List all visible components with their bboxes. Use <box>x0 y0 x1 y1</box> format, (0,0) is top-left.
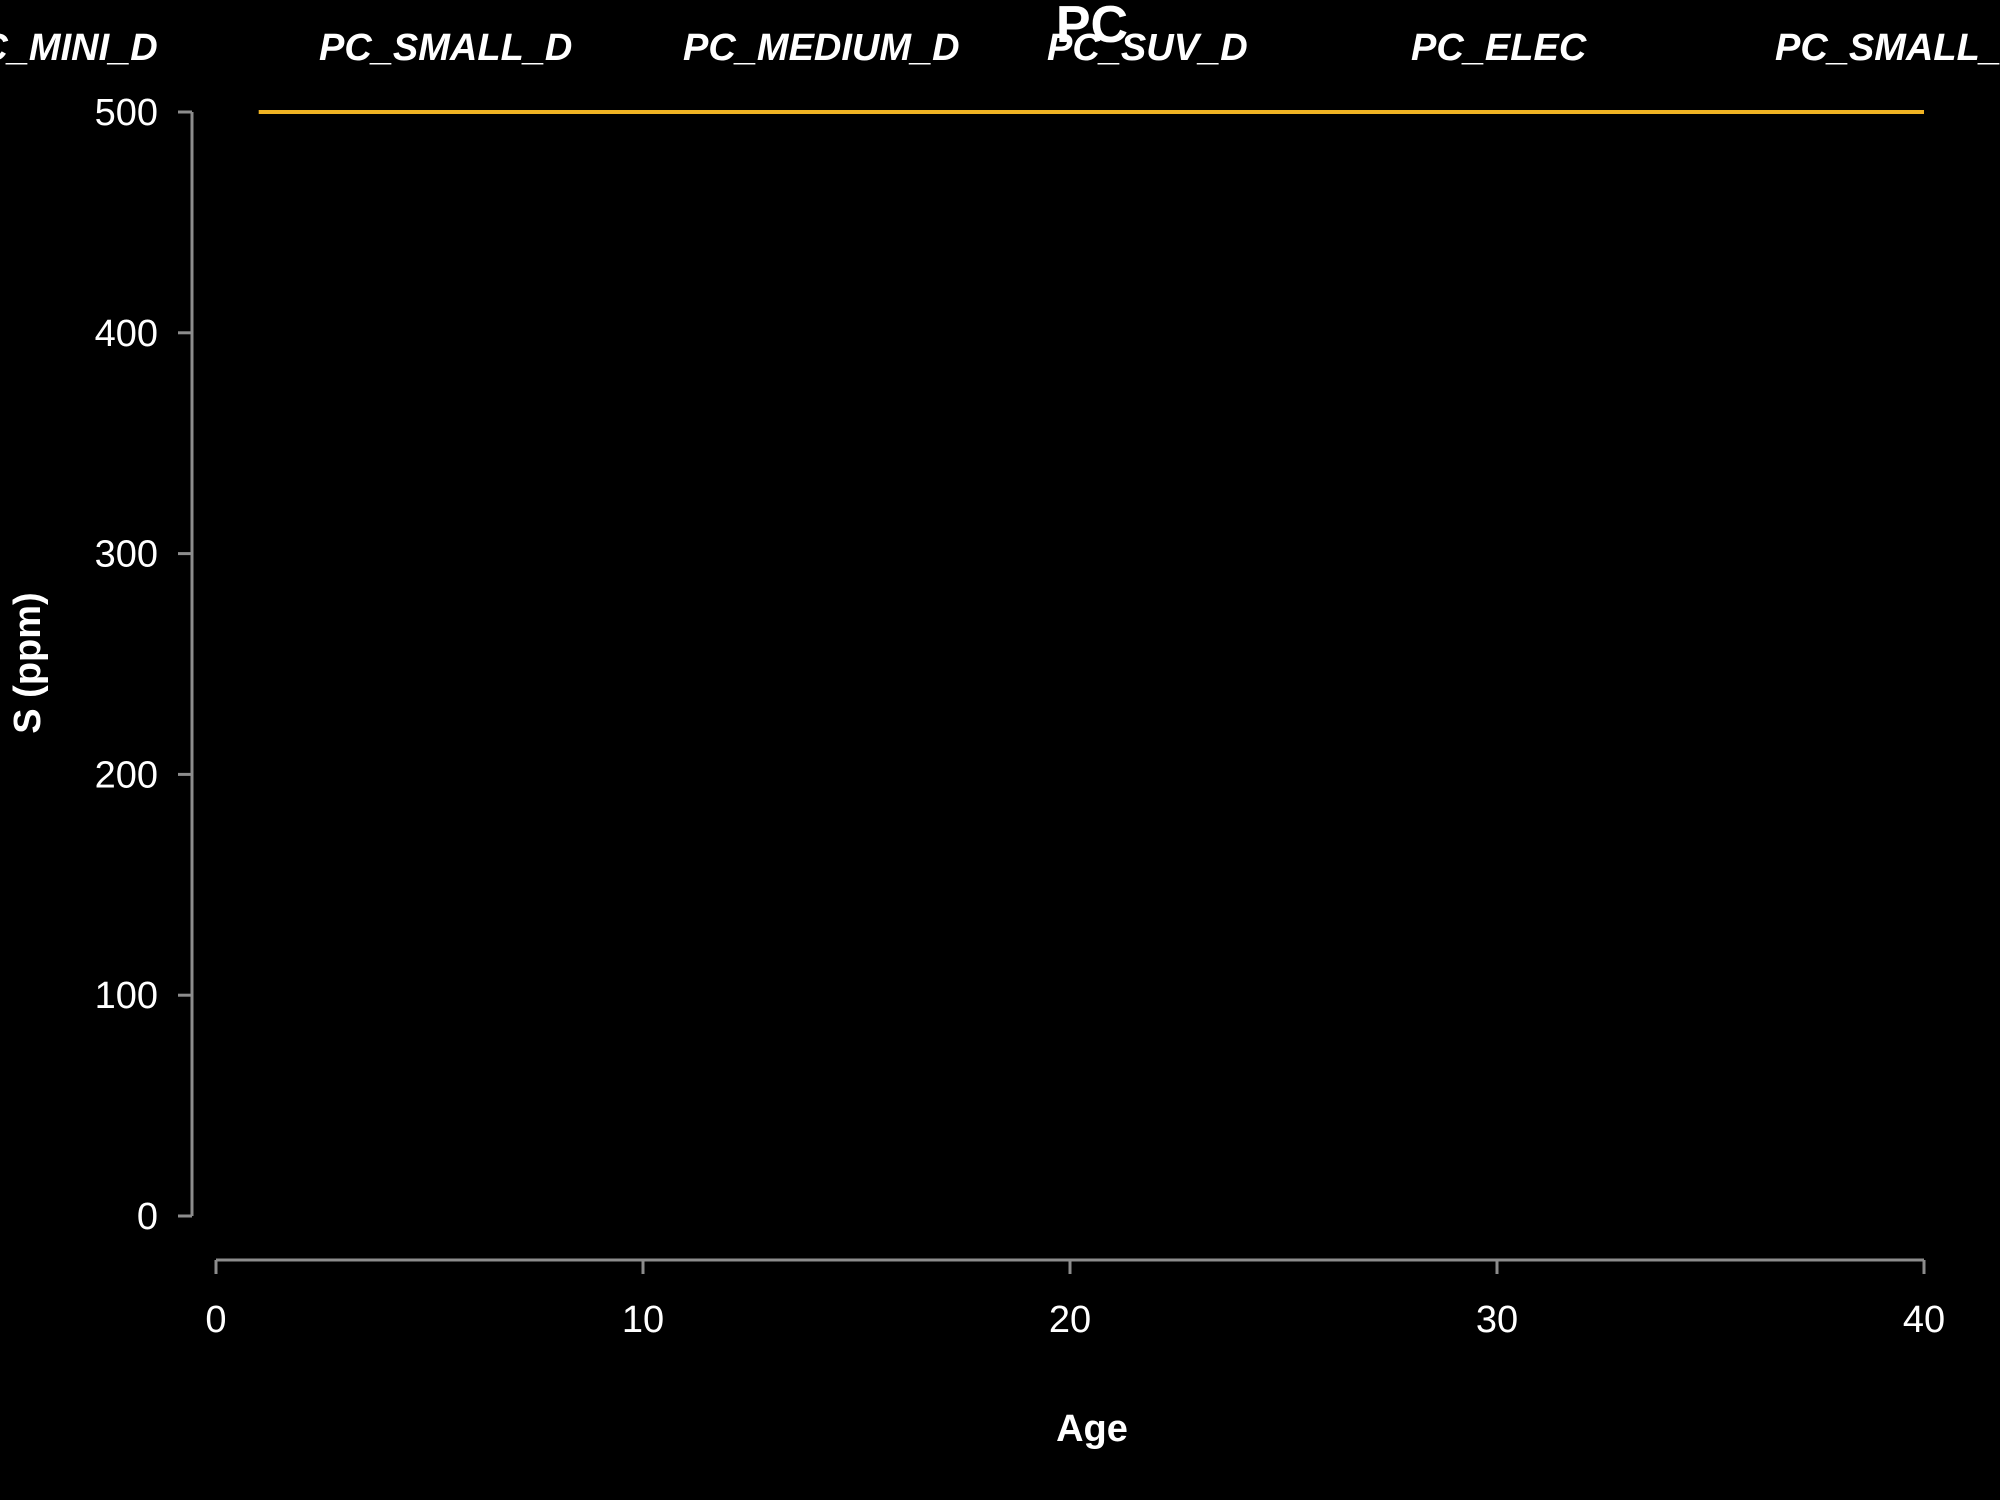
chart-title: PC <box>1056 0 1128 54</box>
legend-entry: PC_ELEC <box>1411 27 1587 69</box>
legend-entry: PC_SMALL_D <box>319 27 572 69</box>
legend-entry: PC_MINI_D <box>0 27 158 69</box>
chart: PC_MINI_DPC_SMALL_DPC_MEDIUM_DPC_SUV_DPC… <box>0 0 2000 1500</box>
x-tick-label: 0 <box>205 1299 226 1341</box>
x-tick-label: 30 <box>1476 1299 1518 1341</box>
y-tick-label: 500 <box>95 92 158 134</box>
x-tick-label: 10 <box>622 1299 664 1341</box>
y-tick-label: 200 <box>95 754 158 796</box>
y-tick-label: 100 <box>95 975 158 1017</box>
y-tick-label: 300 <box>95 534 158 576</box>
y-axis-title: S (ppm) <box>7 592 49 733</box>
x-axis-title: Age <box>1056 1408 1128 1450</box>
y-tick-label: 0 <box>137 1196 158 1238</box>
x-tick-label: 40 <box>1903 1299 1945 1341</box>
legend-entry: PC_MEDIUM_D <box>683 27 960 69</box>
chart-background <box>0 0 2000 1500</box>
x-tick-label: 20 <box>1049 1299 1091 1341</box>
y-tick-label: 400 <box>95 313 158 355</box>
legend-entry: PC_SMALL_HY <box>1775 27 2000 69</box>
